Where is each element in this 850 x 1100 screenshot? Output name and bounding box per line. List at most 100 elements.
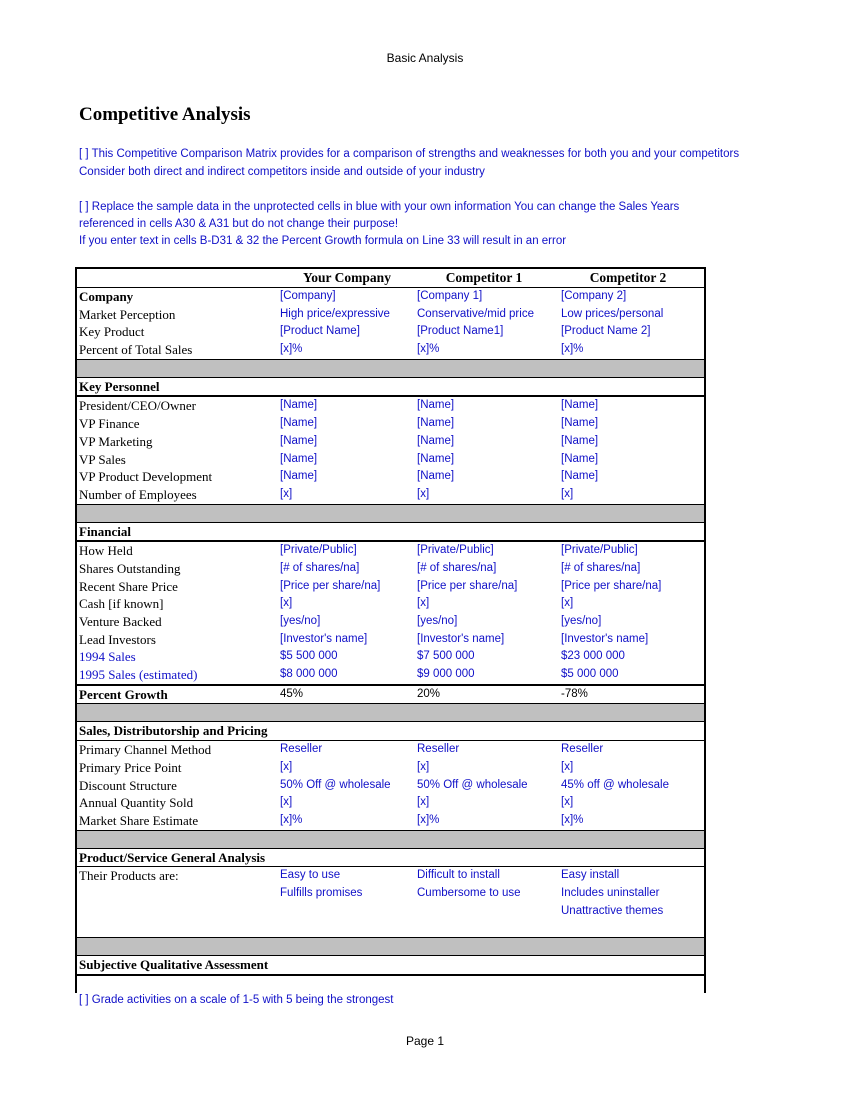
cell-value[interactable]: [Company 1] bbox=[417, 288, 482, 306]
cell-value[interactable]: Fulfills promises bbox=[280, 885, 362, 903]
cell-value[interactable]: [x] bbox=[280, 486, 292, 504]
cell-value[interactable]: [x] bbox=[561, 595, 573, 613]
cell-value[interactable]: Low prices/personal bbox=[561, 306, 663, 324]
row-label: Cash [if known] bbox=[79, 596, 164, 612]
cell-value[interactable]: [# of shares/na] bbox=[280, 560, 359, 578]
cell-value[interactable]: $9 000 000 bbox=[417, 666, 475, 684]
cell-value[interactable]: [Price per share/na] bbox=[561, 578, 661, 596]
cell-value[interactable]: [x] bbox=[561, 486, 573, 504]
cell-value[interactable]: [x]% bbox=[561, 812, 583, 830]
cell-value[interactable]: [x] bbox=[280, 794, 292, 812]
cell-value[interactable]: Includes uninstaller bbox=[561, 885, 659, 903]
cell-value[interactable]: [Name] bbox=[561, 415, 598, 433]
row-label[interactable]: 1994 Sales bbox=[79, 648, 136, 666]
section-header-product: Product/Service General Analysis bbox=[77, 849, 704, 868]
row-label: Venture Backed bbox=[79, 614, 162, 629]
cell-value[interactable]: High price/expressive bbox=[280, 306, 390, 324]
cell-value[interactable]: [x] bbox=[417, 486, 429, 504]
section-header-key-personnel: Key Personnel bbox=[77, 378, 704, 398]
cell-value[interactable]: [Product Name1] bbox=[417, 323, 503, 341]
cell-value[interactable]: [Private/Public] bbox=[417, 542, 494, 560]
section-label-company: Company bbox=[79, 289, 134, 304]
row-label[interactable]: 1995 Sales (estimated) bbox=[79, 666, 197, 684]
cell-value[interactable]: Reseller bbox=[417, 741, 459, 759]
cell-value[interactable]: [Private/Public] bbox=[280, 542, 357, 560]
cell-value[interactable]: [Name] bbox=[280, 451, 317, 469]
cell-value[interactable]: [Product Name 2] bbox=[561, 323, 650, 341]
cell-value[interactable]: [Price per share/na] bbox=[417, 578, 517, 596]
cell-value[interactable]: [Name] bbox=[561, 468, 598, 486]
cell-value[interactable]: [Name] bbox=[561, 397, 598, 415]
cell-value[interactable]: Easy install bbox=[561, 867, 619, 885]
cell-value[interactable]: [yes/no] bbox=[280, 613, 320, 631]
cell-value[interactable]: [Investor's name] bbox=[280, 631, 367, 649]
section-title: Subjective Qualitative Assessment bbox=[79, 957, 269, 973]
cell-value[interactable]: [Investor's name] bbox=[561, 631, 648, 649]
row-label: VP Marketing bbox=[79, 433, 153, 449]
cell-value[interactable]: Reseller bbox=[561, 741, 603, 759]
cell-value[interactable]: Reseller bbox=[280, 741, 322, 759]
cell-value[interactable]: [Private/Public] bbox=[561, 542, 638, 560]
grading-note-row: [ ] Grade activities on a scale of 1-5 w… bbox=[77, 992, 704, 1010]
cell-value[interactable]: [Name] bbox=[417, 433, 454, 451]
cell-value[interactable]: [x] bbox=[417, 759, 429, 777]
row-label: Number of Employees bbox=[79, 486, 197, 502]
cell-value[interactable]: [x]% bbox=[417, 812, 439, 830]
cell-value[interactable]: [Name] bbox=[417, 451, 454, 469]
cell-value[interactable]: [x] bbox=[417, 595, 429, 613]
cell-value[interactable]: $5 000 000 bbox=[561, 666, 619, 684]
cell-value[interactable]: Cumbersome to use bbox=[417, 885, 521, 903]
table-row: Discount Structure 50% Off @ wholesale 50%… bbox=[77, 777, 704, 795]
cell-value[interactable]: [# of shares/na] bbox=[417, 560, 496, 578]
cell-value[interactable]: [x] bbox=[280, 759, 292, 777]
cell-value[interactable]: [Name] bbox=[280, 468, 317, 486]
table-row: Percent of Total Sales [x]% [x]% [x]% bbox=[77, 341, 704, 359]
cell-value[interactable]: [Product Name] bbox=[280, 323, 360, 341]
cell-value[interactable]: [x]% bbox=[280, 812, 302, 830]
section-header-financial: Financial bbox=[77, 523, 704, 543]
table-row: Their Products are: Easy to use Difficul… bbox=[77, 867, 704, 885]
cell-value[interactable]: [Company] bbox=[280, 288, 336, 306]
cell-value[interactable]: [x] bbox=[561, 759, 573, 777]
cell-value[interactable]: Conservative/mid price bbox=[417, 306, 534, 324]
cell-value[interactable]: [Name] bbox=[280, 397, 317, 415]
cell-value[interactable]: 50% Off @ wholesale bbox=[280, 777, 391, 795]
grading-note: [ ] Grade activities on a scale of 1-5 w… bbox=[79, 993, 394, 1006]
cell-value[interactable]: [x] bbox=[561, 794, 573, 812]
cell-value[interactable]: [Name] bbox=[417, 397, 454, 415]
cell-value[interactable]: [Investor's name] bbox=[417, 631, 504, 649]
row-label: Primary Price Point bbox=[79, 759, 182, 775]
cell-value[interactable]: [x]% bbox=[561, 341, 583, 359]
cell-value[interactable]: [Name] bbox=[417, 468, 454, 486]
cell-value[interactable]: [Name] bbox=[417, 415, 454, 433]
row-label: Percent Growth bbox=[79, 686, 168, 702]
row-label: Their Products are: bbox=[79, 868, 179, 884]
cell-value[interactable]: [Price per share/na] bbox=[280, 578, 380, 596]
cell-value[interactable]: [x]% bbox=[417, 341, 439, 359]
cell-value[interactable]: $23 000 000 bbox=[561, 648, 625, 666]
cell-value[interactable]: Unattractive themes bbox=[561, 903, 663, 921]
cell-value[interactable]: [Name] bbox=[280, 415, 317, 433]
cell-value[interactable]: [# of shares/na] bbox=[561, 560, 640, 578]
cell-value[interactable]: $8 000 000 bbox=[280, 666, 338, 684]
cell-value[interactable]: [x] bbox=[417, 794, 429, 812]
cell-value[interactable]: [x] bbox=[280, 595, 292, 613]
cell-value[interactable]: Difficult to install bbox=[417, 867, 500, 885]
table-row: Key Product [Product Name] [Product Name1]… bbox=[77, 323, 704, 341]
cell-value[interactable]: Easy to use bbox=[280, 867, 340, 885]
cell-value[interactable]: [yes/no] bbox=[561, 613, 601, 631]
table-row: VP Sales [Name] [Name] [Name] bbox=[77, 451, 704, 469]
table-row: 1995 Sales (estimated) $8 000 000 $9 000 0… bbox=[77, 666, 704, 684]
cell-value[interactable]: [Name] bbox=[561, 433, 598, 451]
cell-value[interactable]: [Name] bbox=[561, 451, 598, 469]
cell-value[interactable]: 45% off @ wholesale bbox=[561, 777, 669, 795]
cell-value[interactable]: [Name] bbox=[280, 433, 317, 451]
cell-value[interactable]: $7 500 000 bbox=[417, 648, 475, 666]
cell-value[interactable]: [Company 2] bbox=[561, 288, 626, 306]
table-row: Annual Quantity Sold [x] [x] [x] bbox=[77, 794, 704, 812]
cell-value[interactable]: 50% Off @ wholesale bbox=[417, 777, 528, 795]
cell-value[interactable]: [yes/no] bbox=[417, 613, 457, 631]
cell-value[interactable]: [x]% bbox=[280, 341, 302, 359]
cell-value[interactable]: $5 500 000 bbox=[280, 648, 338, 666]
row-label: Market Share Estimate bbox=[79, 812, 199, 828]
